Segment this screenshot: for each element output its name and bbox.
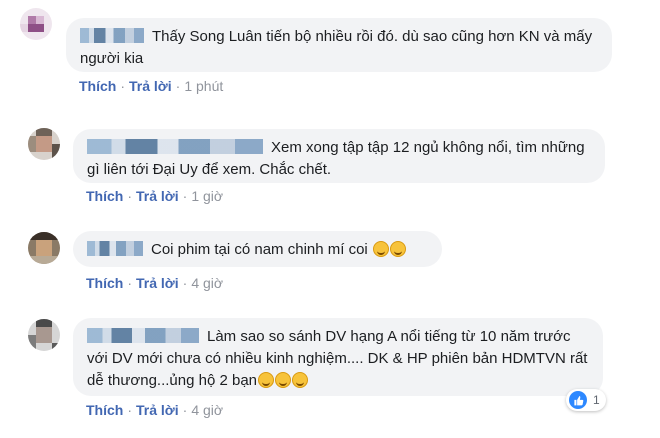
reaction-count: 1 — [593, 393, 600, 407]
comment-actions: Thích · Trả lời · 1 phút — [79, 78, 223, 94]
avatar[interactable] — [28, 128, 60, 160]
laughing-emoji-icon — [389, 241, 406, 257]
comment-actions: Thích · Trả lời · 1 giờ — [86, 188, 223, 204]
like-link[interactable]: Thích — [86, 188, 123, 204]
reply-link[interactable]: Trả lời — [136, 275, 179, 291]
like-icon — [569, 391, 587, 409]
separator: · — [182, 275, 188, 291]
separator: · — [127, 402, 133, 418]
timestamp[interactable]: 1 giờ — [191, 188, 223, 204]
avatar-image — [20, 8, 52, 40]
avatar-image — [28, 232, 60, 264]
comment-text: Thấy Song Luân tiến bộ nhiều rồi đó. dù … — [80, 28, 593, 67]
separator: · — [127, 275, 133, 291]
laughing-emoji-icon — [372, 241, 389, 257]
separator: · — [182, 402, 188, 418]
timestamp[interactable]: 4 giờ — [191, 402, 223, 418]
timestamp[interactable]: 4 giờ — [191, 275, 223, 291]
separator: · — [127, 188, 133, 204]
avatar[interactable] — [28, 232, 60, 264]
commenter-name[interactable] — [87, 139, 263, 154]
comment-actions: Thích · Trả lời · 4 giờ — [86, 275, 223, 291]
like-link[interactable]: Thích — [86, 402, 123, 418]
commenter-name[interactable] — [87, 328, 199, 343]
comment-bubble: Coi phim tại có nam chinh mí coi — [73, 231, 442, 267]
thumbs-up-icon — [573, 395, 583, 405]
reply-link[interactable]: Trả lời — [129, 78, 172, 94]
grinning-emoji-icon — [292, 372, 309, 388]
grinning-emoji-icon — [275, 372, 292, 388]
avatar[interactable] — [20, 8, 52, 40]
avatar[interactable] — [28, 319, 60, 351]
comment-bubble: Thấy Song Luân tiến bộ nhiều rồi đó. dù … — [66, 18, 612, 72]
like-link[interactable]: Thích — [86, 275, 123, 291]
separator: · — [120, 78, 126, 94]
avatar-image — [28, 128, 60, 160]
comment-bubble: Làm sao so sánh DV hạng A nổi tiếng từ 1… — [73, 318, 603, 396]
grinning-emoji-icon — [258, 372, 275, 388]
reaction-summary[interactable]: 1 — [566, 389, 606, 411]
like-link[interactable]: Thích — [79, 78, 116, 94]
separator: · — [175, 78, 181, 94]
reply-link[interactable]: Trả lời — [136, 402, 179, 418]
comment-bubble: Xem xong tập tập 12 ngủ không nổi, tìm n… — [73, 129, 605, 183]
separator: · — [182, 188, 188, 204]
commenter-name[interactable] — [87, 241, 143, 256]
avatar-image — [28, 319, 60, 351]
reply-link[interactable]: Trả lời — [136, 188, 179, 204]
timestamp[interactable]: 1 phút — [184, 78, 223, 94]
comment-actions: Thích · Trả lời · 4 giờ — [86, 402, 223, 418]
comment-text: Coi phim tại có nam chinh mí coi — [151, 241, 368, 258]
commenter-name[interactable] — [80, 28, 144, 43]
